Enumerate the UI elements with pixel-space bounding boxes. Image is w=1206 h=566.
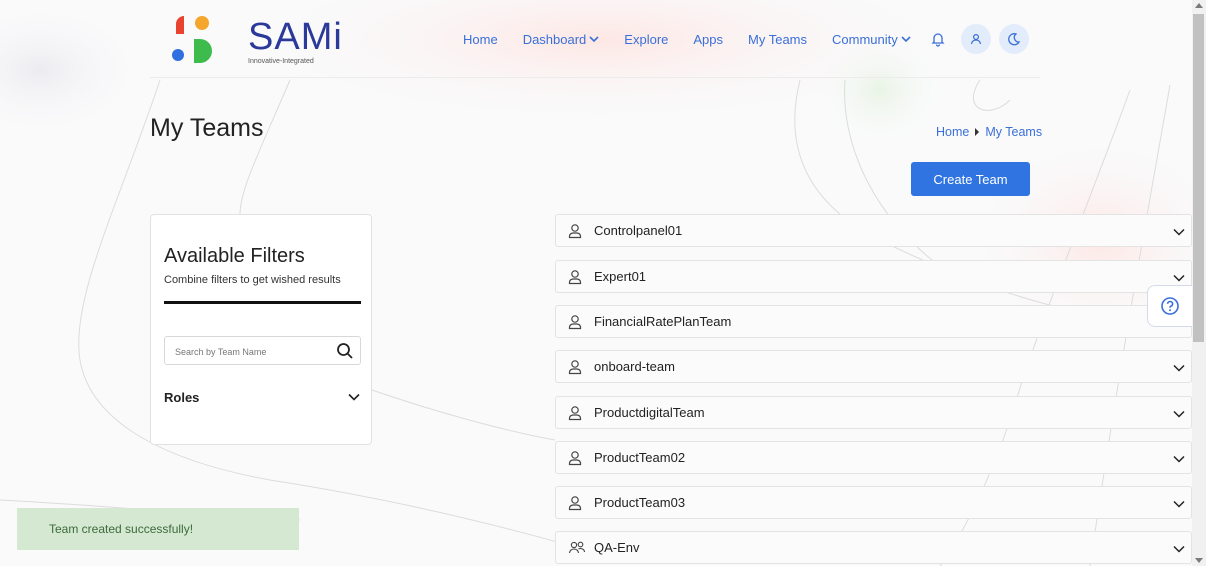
chevron-down-icon (1173, 228, 1185, 236)
logo-tagline: Innovative-Integrated (248, 58, 314, 65)
moon-icon (1007, 33, 1020, 46)
help-button[interactable] (1147, 285, 1192, 327)
breadcrumb: Home My Teams (936, 125, 1042, 139)
chevron-down-icon (1173, 455, 1185, 463)
create-team-button[interactable]: Create Team (911, 162, 1030, 196)
user-icon (568, 406, 582, 421)
team-name: ProductdigitalTeam (594, 405, 705, 420)
top-header: SAMi Innovative-Integrated Home Dashboar… (150, 0, 1040, 78)
nav-dashboard[interactable]: Dashboard (523, 32, 600, 47)
page-scrollbar[interactable] (1192, 0, 1206, 566)
user-icon (568, 315, 582, 330)
nav-explore[interactable]: Explore (624, 32, 668, 47)
chevron-down-icon (348, 393, 360, 401)
user-icon (970, 33, 981, 45)
main-nav: Home Dashboard Explore Apps My Teams Com… (463, 22, 1029, 56)
team-row[interactable]: ProductTeam03 (555, 486, 1192, 519)
team-search-box (164, 336, 361, 365)
sami-logo[interactable]: SAMi Innovative-Integrated (168, 13, 342, 65)
nav-home[interactable]: Home (463, 32, 498, 47)
team-name: ProductTeam02 (594, 450, 686, 465)
user-profile-button[interactable] (960, 24, 991, 54)
team-row[interactable]: Expert01 (555, 260, 1192, 293)
team-row[interactable]: onboard-team (555, 350, 1192, 383)
search-icon[interactable] (336, 342, 354, 360)
page-title: My Teams (150, 114, 264, 142)
bell-icon[interactable] (927, 28, 949, 50)
filters-subtitle: Combine filters to get wished results (164, 274, 341, 286)
user-icon (568, 224, 582, 239)
logo-mark (172, 16, 212, 63)
nav-explore-label: Explore (624, 31, 669, 47)
team-name: onboard-team (594, 359, 675, 374)
chevron-down-icon (1173, 410, 1185, 418)
team-row[interactable]: QA-Env (555, 531, 1192, 564)
breadcrumb-separator-icon (975, 128, 980, 136)
nav-my-teams-label: My Teams (748, 31, 808, 47)
nav-home-label: Home (463, 31, 498, 47)
user-icon (568, 496, 582, 511)
filters-panel: Available Filters Combine filters to get… (150, 214, 372, 445)
team-search-input[interactable] (173, 342, 327, 362)
user-icon (568, 270, 582, 285)
nav-dashboard-label: Dashboard (522, 31, 587, 47)
nav-apps-label: Apps (693, 31, 724, 47)
filters-title: Available Filters (164, 245, 305, 267)
users-icon (568, 541, 586, 554)
nav-community-label: Community (832, 31, 898, 47)
nav-my-teams[interactable]: My Teams (748, 32, 807, 47)
theme-toggle-button[interactable] (998, 24, 1029, 54)
scroll-down-icon[interactable] (1195, 558, 1203, 563)
breadcrumb-current[interactable]: My Teams (985, 125, 1042, 139)
help-icon (1161, 297, 1179, 315)
team-name: ProductTeam03 (594, 495, 686, 510)
user-icon (568, 451, 582, 466)
scroll-thumb[interactable] (1193, 14, 1204, 342)
roles-filter-toggle[interactable]: Roles (164, 387, 361, 407)
nav-community[interactable]: Community (832, 32, 911, 47)
chevron-down-icon (589, 36, 599, 43)
team-name: FinancialRatePlanTeam (594, 314, 732, 329)
filters-divider (164, 301, 361, 304)
team-row[interactable]: ProductdigitalTeam (555, 396, 1192, 429)
team-row[interactable]: ProductTeam02 (555, 441, 1192, 474)
chevron-down-icon (1173, 274, 1185, 282)
nav-apps[interactable]: Apps (693, 32, 723, 47)
chevron-down-icon (1173, 500, 1185, 508)
breadcrumb-home[interactable]: Home (936, 125, 969, 139)
chevron-down-icon (1173, 545, 1185, 553)
success-toast: Team created successfully! (17, 508, 299, 550)
chevron-down-icon (1173, 364, 1185, 372)
roles-label: Roles (164, 390, 200, 405)
chevron-down-icon (901, 36, 911, 43)
team-name: QA-Env (594, 540, 640, 555)
team-row[interactable]: Controlpanel01 (555, 214, 1192, 247)
team-row[interactable]: FinancialRatePlanTeam (555, 305, 1192, 338)
logo-title: SAMi (248, 16, 343, 58)
user-icon (568, 360, 582, 375)
scroll-up-icon[interactable] (1195, 3, 1203, 8)
team-name: Expert01 (594, 269, 647, 284)
team-name: Controlpanel01 (594, 223, 683, 238)
